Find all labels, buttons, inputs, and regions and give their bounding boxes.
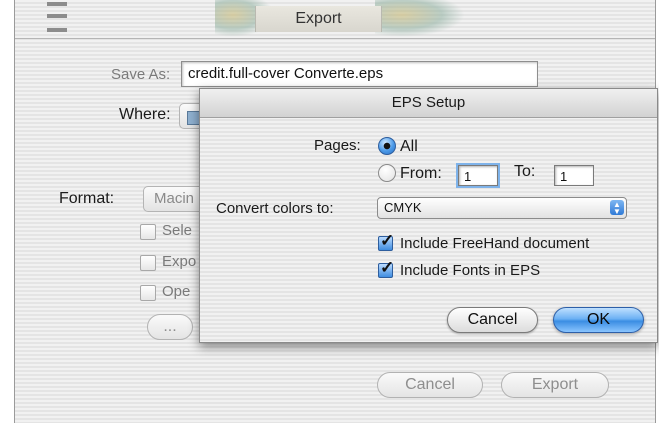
export-option-checkbox[interactable] xyxy=(140,255,156,271)
document-icon xyxy=(47,0,67,34)
eps-ok-button[interactable]: OK xyxy=(553,307,644,333)
export-titlebar: Export xyxy=(15,0,655,39)
pages-label: Pages: xyxy=(314,137,361,154)
format-label: Format: xyxy=(59,190,115,207)
popup-arrows-icon: ▲ ▼ xyxy=(610,200,624,216)
export-button[interactable]: Export xyxy=(501,372,609,398)
eps-setup-title: EPS Setup xyxy=(200,89,657,118)
setup-ellipsis-button[interactable]: ... xyxy=(147,314,193,340)
pages-all-radio[interactable] xyxy=(378,137,396,155)
pages-to-label: To: xyxy=(514,163,536,180)
titlebar-artwork xyxy=(375,0,465,37)
where-label: Where: xyxy=(119,106,171,123)
open-option-label: Ope xyxy=(162,283,191,300)
pages-to-field[interactable]: 1 xyxy=(554,165,594,186)
convert-colors-label: Convert colors to: xyxy=(216,200,334,217)
convert-colors-value: CMYK xyxy=(384,200,422,215)
export-cancel-button[interactable]: Cancel xyxy=(377,372,483,398)
include-fonts-checkbox[interactable]: ✓ xyxy=(378,258,394,278)
window-title: Export xyxy=(255,6,382,32)
pages-from-label: From: xyxy=(400,165,442,182)
include-fonts-label: Include Fonts in EPS xyxy=(400,262,541,279)
pages-all-label: All xyxy=(400,138,418,155)
eps-cancel-button[interactable]: Cancel xyxy=(447,307,538,333)
export-option-label: Expo xyxy=(162,253,197,270)
checkmark-icon: ✓ xyxy=(380,231,395,250)
convert-colors-select[interactable]: CMYK ▲ ▼ xyxy=(377,197,627,219)
eps-setup-dialog: EPS Setup Pages: All From: 1 To: 1 Conve… xyxy=(199,88,658,343)
open-option-checkbox[interactable] xyxy=(140,285,156,301)
save-as-field[interactable]: credit.full-cover Converte.eps xyxy=(181,61,538,87)
include-freehand-label: Include FreeHand document xyxy=(400,235,590,252)
include-freehand-checkbox[interactable]: ✓ xyxy=(378,231,394,251)
checkmark-icon: ✓ xyxy=(380,258,395,277)
pages-from-field[interactable]: 1 xyxy=(456,163,500,188)
select-option-checkbox[interactable] xyxy=(140,224,156,240)
select-option-label: Sele xyxy=(162,222,193,239)
pages-from-radio[interactable] xyxy=(378,164,396,182)
save-as-label: Save As: xyxy=(111,66,171,83)
